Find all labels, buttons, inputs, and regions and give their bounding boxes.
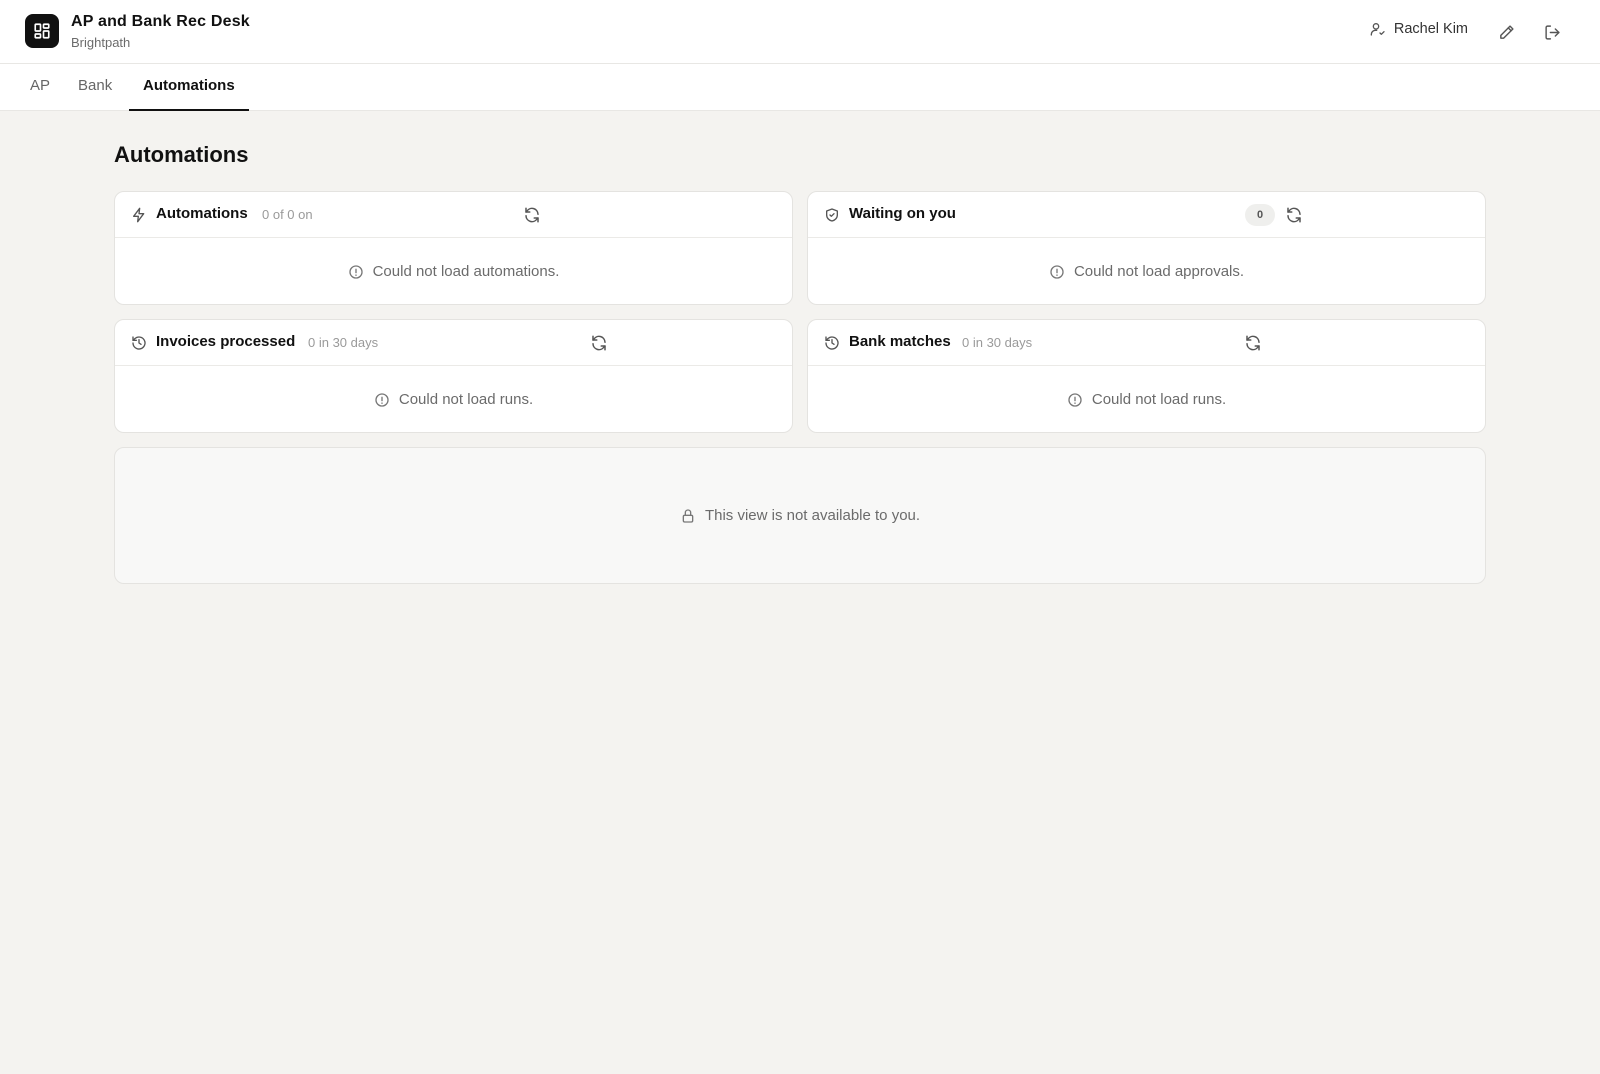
count-badge: 0 bbox=[1245, 204, 1275, 226]
card-subtitle: 0 in 30 days bbox=[308, 335, 379, 350]
logout-icon bbox=[1544, 24, 1560, 40]
card-header: Invoices processed 0 in 30 days bbox=[115, 320, 792, 366]
automations-card: Automations 0 of 0 on Could not load aut… bbox=[114, 191, 793, 305]
card-title: Waiting on you bbox=[849, 205, 956, 222]
restricted-message: This view is not available to you. bbox=[704, 507, 921, 524]
card-title: Automations bbox=[156, 205, 248, 222]
refresh-icon[interactable] bbox=[1244, 334, 1262, 352]
dashboard-grid-icon[interactable] bbox=[25, 14, 59, 48]
tab-automations[interactable]: Automations bbox=[129, 64, 249, 111]
tab-bank[interactable]: Bank bbox=[64, 64, 126, 111]
card-header: Automations 0 of 0 on bbox=[115, 192, 792, 238]
bank-matches-card: Bank matches 0 in 30 days Could not load… bbox=[807, 319, 1486, 433]
alert-circle-icon bbox=[375, 392, 389, 407]
error-text: Could not load automations. bbox=[372, 263, 560, 280]
org-name: Brightpath bbox=[71, 35, 131, 50]
tab-bar: AP Bank Automations bbox=[0, 64, 1600, 111]
error-text: Could not load runs. bbox=[1091, 391, 1227, 408]
alert-circle-icon bbox=[1068, 392, 1082, 407]
history-icon bbox=[132, 336, 146, 350]
card-title: Bank matches bbox=[849, 333, 951, 350]
error-message: Could not load runs. bbox=[808, 367, 1485, 432]
refresh-icon[interactable] bbox=[590, 334, 608, 352]
shield-check-icon bbox=[826, 208, 838, 222]
invoices-processed-card: Invoices processed 0 in 30 days Could no… bbox=[114, 319, 793, 433]
error-text: Could not load approvals. bbox=[1073, 263, 1245, 280]
card-header: Waiting on you 0 bbox=[808, 192, 1485, 238]
lock-icon bbox=[682, 508, 694, 523]
card-subtitle: 0 of 0 on bbox=[262, 207, 313, 222]
refresh-icon[interactable] bbox=[1285, 206, 1303, 224]
refresh-icon[interactable] bbox=[523, 206, 541, 224]
restricted-view-panel: This view is not available to you. bbox=[114, 447, 1486, 584]
page-title: Automations bbox=[114, 142, 249, 167]
edit-button[interactable] bbox=[1493, 19, 1519, 45]
card-title: Invoices processed bbox=[156, 333, 296, 350]
logout-button[interactable] bbox=[1539, 19, 1565, 45]
pencil-icon bbox=[1499, 24, 1514, 39]
error-message: Could not load approvals. bbox=[808, 239, 1485, 304]
error-message: Could not load runs. bbox=[115, 367, 792, 432]
error-message: Could not load automations. bbox=[115, 239, 792, 304]
app-title: AP and Bank Rec Desk bbox=[71, 13, 250, 30]
alert-circle-icon bbox=[348, 264, 363, 279]
card-subtitle: 0 in 30 days bbox=[962, 335, 1033, 350]
lightning-icon bbox=[133, 207, 145, 223]
user-check-icon bbox=[1370, 23, 1385, 36]
app-header: AP and Bank Rec Desk Brightpath Rachel K… bbox=[0, 0, 1600, 64]
history-icon bbox=[825, 336, 839, 350]
card-header: Bank matches 0 in 30 days bbox=[808, 320, 1485, 366]
user-menu[interactable]: Rachel Kim bbox=[1370, 21, 1468, 37]
error-text: Could not load runs. bbox=[398, 391, 534, 408]
waiting-on-you-card: Waiting on you 0 Could not load approval… bbox=[807, 191, 1486, 305]
user-name: Rachel Kim bbox=[1393, 21, 1468, 37]
alert-circle-icon bbox=[1050, 264, 1064, 279]
tab-ap[interactable]: AP bbox=[16, 64, 64, 111]
